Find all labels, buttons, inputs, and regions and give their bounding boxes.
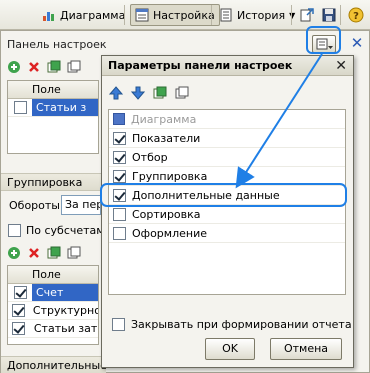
row-checkbox[interactable] <box>13 286 27 299</box>
close-on-generate-label: Закрывать при формировании отчета <box>131 318 352 331</box>
list-item-label: Оформление <box>132 226 207 240</box>
grouping-cell[interactable]: Счет <box>32 284 98 301</box>
list-item-indicators[interactable]: Показатели <box>109 129 345 148</box>
close-on-generate-option[interactable]: Закрывать при формировании отчета <box>112 318 352 331</box>
history-label: История <box>237 8 286 22</box>
settings-label: Настройка <box>153 8 215 22</box>
toolbar-separator <box>124 5 125 25</box>
export-button[interactable] <box>295 4 319 26</box>
uncheck-all-icon[interactable] <box>67 246 81 260</box>
dialog-titlebar: Параметры панели настроек ✕ <box>102 56 353 76</box>
turnovers-select[interactable]: За пер <box>61 195 101 215</box>
subaccounts-checkbox[interactable] <box>8 224 21 237</box>
item-checkbox[interactable] <box>113 207 126 221</box>
toolbar-separator <box>340 5 341 25</box>
additional-section-label: Дополнительные <box>1 356 107 373</box>
list-item-label: Диаграмма <box>131 112 197 126</box>
close-icon[interactable]: ✕ <box>335 56 347 76</box>
list-item-label: Группировка <box>132 169 208 183</box>
grouping-toolbar <box>7 244 81 262</box>
settings-button[interactable]: Настройка <box>130 4 220 26</box>
table-row[interactable]: Структурное <box>8 302 98 320</box>
grouping-cell[interactable]: Структурное <box>29 304 98 317</box>
grid-header: Поле <box>8 81 98 99</box>
column-header-field: Поле <box>32 83 61 96</box>
grouping-cell[interactable]: Статьи затр <box>30 322 98 335</box>
list-item-filter[interactable]: Отбор <box>109 148 345 167</box>
check-all-icon[interactable] <box>47 246 61 260</box>
history-icon <box>220 8 232 22</box>
highlight-parameters-button <box>306 26 341 54</box>
export-icon <box>300 8 314 22</box>
list-item-label: Сортировка <box>132 207 201 221</box>
diagram-square-icon <box>113 113 125 125</box>
svg-text:?: ? <box>353 11 359 22</box>
grid-header: Поле <box>8 266 98 284</box>
uncheck-all-icon[interactable] <box>175 86 189 100</box>
toolbar-separator <box>291 5 292 25</box>
item-checkbox[interactable] <box>113 131 126 145</box>
settings-panel-icon <box>135 8 149 22</box>
help-icon: ? <box>348 7 364 23</box>
dialog-title: Параметры панели настроек <box>108 59 293 72</box>
fields-toolbar <box>7 58 81 76</box>
delete-icon[interactable] <box>27 60 41 74</box>
arrow-up-icon[interactable] <box>109 86 123 100</box>
row-checkbox[interactable] <box>12 322 26 335</box>
subaccounts-option[interactable]: По субсчетам <box>8 224 105 237</box>
close-on-generate-checkbox[interactable] <box>112 318 125 331</box>
save-icon <box>322 8 336 22</box>
list-item-label: Показатели <box>132 131 201 145</box>
uncheck-all-icon[interactable] <box>67 60 81 74</box>
arrow-down-icon[interactable] <box>131 86 145 100</box>
column-header-field: Поле <box>32 268 61 281</box>
panel-title: Панель настроек <box>7 38 107 51</box>
item-checkbox[interactable] <box>113 169 126 183</box>
close-icon[interactable]: ✕ <box>349 34 365 52</box>
add-icon[interactable] <box>7 60 21 74</box>
turnovers-label: Обороты: <box>9 199 64 212</box>
check-all-icon[interactable] <box>153 86 167 100</box>
row-checkbox[interactable] <box>13 101 27 114</box>
item-checkbox[interactable] <box>113 150 126 164</box>
toolbar-separator <box>211 5 212 25</box>
selected-cell[interactable]: Статьи з <box>32 99 98 116</box>
subaccounts-label: По субсчетам <box>26 224 105 237</box>
table-row[interactable]: Статьи затр <box>8 320 98 338</box>
history-button[interactable]: История ▼ <box>215 4 299 26</box>
delete-icon[interactable] <box>27 246 41 260</box>
highlight-additional-data <box>100 183 347 207</box>
row-checkbox[interactable] <box>11 304 25 317</box>
dialog-toolbar <box>109 86 189 100</box>
list-item-sorting[interactable]: Сортировка <box>109 205 345 224</box>
check-all-icon[interactable] <box>47 60 61 74</box>
grouping-section-label: Группировка <box>1 173 106 191</box>
diagram-icon <box>43 12 54 21</box>
list-item-formatting[interactable]: Оформление <box>109 224 345 243</box>
item-checkbox[interactable] <box>113 226 126 240</box>
add-icon[interactable] <box>7 246 21 260</box>
table-row[interactable]: Счет <box>8 284 98 302</box>
ok-button[interactable]: OK <box>205 338 255 360</box>
table-row[interactable]: Статьи з <box>8 99 98 117</box>
cancel-button[interactable]: Отмена <box>270 338 342 360</box>
save-button[interactable] <box>317 4 341 26</box>
grouping-grid: Поле Счет Структурное Статьи затр <box>7 265 99 345</box>
panel-parameters-dialog: Параметры панели настроек ✕ Диаграмма По… <box>101 55 354 368</box>
help-button[interactable]: ? <box>344 4 368 26</box>
list-item-label: Отбор <box>132 150 168 164</box>
list-item-diagram[interactable]: Диаграмма <box>109 110 345 129</box>
diagram-button[interactable]: Диаграмма <box>38 4 129 26</box>
fields-grid: Поле Статьи з <box>7 80 99 154</box>
diagram-label: Диаграмма <box>60 8 126 22</box>
